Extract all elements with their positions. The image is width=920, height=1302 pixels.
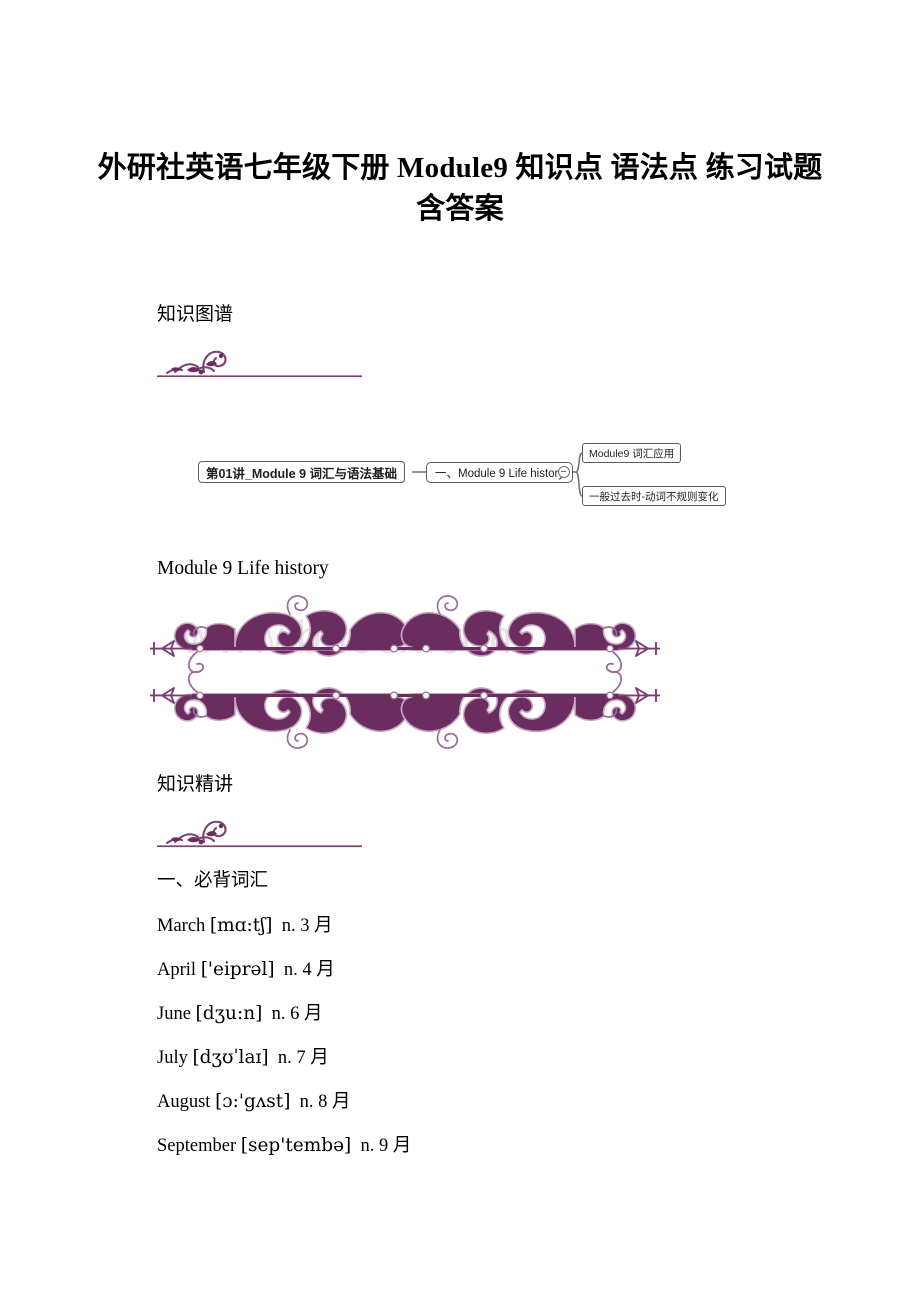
vocab-word: September bbox=[157, 1136, 237, 1156]
vocab-meaning: 6 月 bbox=[290, 1004, 323, 1024]
mindmap-branch-node[interactable]: 一、Module 9 Life history bbox=[426, 462, 574, 483]
vocab-word: March bbox=[157, 916, 206, 936]
floral-flourish-divider-icon bbox=[157, 812, 362, 850]
vocab-ipa: [sep'tembə] bbox=[240, 1135, 352, 1156]
section-heading: 知识精讲 bbox=[157, 774, 234, 795]
vocabulary-entry: July [dʒʊˈlaɪ] n. 7 月 bbox=[157, 1046, 329, 1070]
page-title: 外研社英语七年级下册 Module9 知识点 语法点 练习试题含答案 bbox=[97, 152, 823, 226]
vocab-word: April bbox=[157, 960, 197, 980]
vocabulary-entry: June [dʒu:n] n. 6 月 bbox=[157, 1002, 322, 1026]
vocabulary-entry: March [mɑ:tʃ] n. 3 月 bbox=[157, 914, 333, 938]
vocab-ipa: [mɑ:tʃ] bbox=[209, 915, 273, 936]
vocab-meaning: 3 月 bbox=[300, 916, 333, 936]
vocab-ipa: [ɔ:'gʌst] bbox=[215, 1091, 291, 1112]
vocab-word: August bbox=[157, 1092, 211, 1112]
vocab-pos: n. bbox=[277, 1048, 292, 1068]
floral-flourish-divider-icon bbox=[157, 342, 362, 380]
module-heading: Module 9 Life history bbox=[157, 558, 329, 579]
vocabulary-entry: August [ɔ:'gʌst] n. 8 月 bbox=[157, 1090, 351, 1114]
vocab-pos: n. bbox=[281, 916, 296, 936]
vocab-word: July bbox=[157, 1048, 188, 1068]
mindmap-leaf-node[interactable]: 一般过去时-动词不规则变化 bbox=[582, 486, 726, 506]
vocab-pos: n. bbox=[299, 1092, 314, 1112]
vocab-meaning: 9 月 bbox=[379, 1136, 412, 1156]
mindmap-leaf-node[interactable]: Module9 词汇应用 bbox=[582, 443, 682, 463]
vocab-ipa: [dʒʊˈlaɪ] bbox=[192, 1047, 269, 1068]
collapse-minus-icon[interactable] bbox=[558, 466, 570, 478]
vocabulary-heading: 一、必背词汇 bbox=[157, 871, 269, 891]
mindmap-diagram: 第01讲_Module 9 词汇与语法基础 一、Module 9 Life hi… bbox=[198, 440, 738, 520]
vocab-ipa: [dʒu:n] bbox=[195, 1003, 263, 1024]
vocabulary-entry: September [sep'tembə] n. 9 月 bbox=[157, 1134, 411, 1158]
mindmap-root-node[interactable]: 第01讲_Module 9 词汇与语法基础 bbox=[198, 461, 405, 483]
ornamental-frame: www.bdocx.com bbox=[140, 592, 680, 752]
vocab-ipa: ['eiprəl] bbox=[200, 959, 275, 980]
vocab-meaning: 4 月 bbox=[302, 960, 335, 980]
document-page: 外研社英语七年级下册 Module9 知识点 语法点 练习试题含答案 知识图谱 bbox=[0, 0, 920, 1302]
section-heading: 知识图谱 bbox=[157, 304, 234, 325]
vocab-pos: n. bbox=[271, 1004, 286, 1024]
vocab-word: June bbox=[157, 1004, 191, 1024]
vocab-pos: n. bbox=[360, 1136, 375, 1156]
vocab-pos: n. bbox=[283, 960, 298, 980]
vocab-meaning: 7 月 bbox=[296, 1048, 329, 1068]
vocab-meaning: 8 月 bbox=[318, 1092, 351, 1112]
vocabulary-entry: April ['eiprəl] n. 4 月 bbox=[157, 958, 335, 982]
section-knowledge-map: 知识图谱 bbox=[157, 303, 362, 380]
section-knowledge-detail: 知识精讲 bbox=[157, 773, 362, 850]
